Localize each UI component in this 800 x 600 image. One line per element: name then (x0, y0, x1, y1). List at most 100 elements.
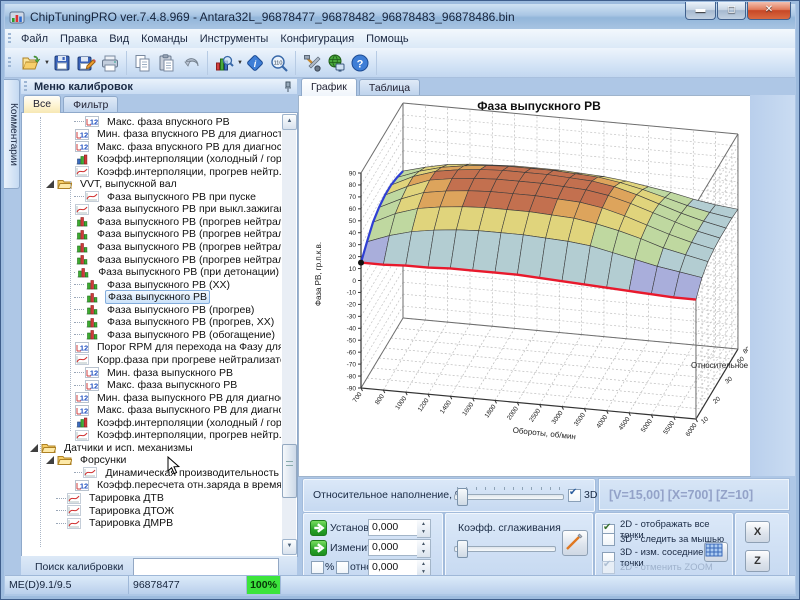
tree-item[interactable]: Фаза выпускного РВ (при детонации) (22, 266, 281, 279)
scroll-down-button[interactable]: ▼ (282, 539, 297, 555)
tree-item[interactable]: Коэфф.интерполяции (холодный / горячий ) (22, 416, 281, 429)
tree-item[interactable]: Фаза выпускного РВ (прогрев нейтрал., ХХ… (22, 253, 281, 266)
tree-scrollbar[interactable]: ▲ ▼ (282, 114, 296, 555)
calibration-tab-2[interactable]: Фильтр (63, 96, 118, 113)
tree-item[interactable]: VVT, выпускной вал (22, 178, 281, 191)
set-value-input[interactable]: 0,000 (368, 519, 420, 536)
tree-item[interactable]: Коэфф.интерполяции (холодный / горячий ) (22, 153, 281, 166)
copy-button[interactable] (131, 51, 155, 75)
x-axis-button[interactable]: X (745, 521, 770, 543)
expand-arrow[interactable] (30, 444, 38, 452)
menu-item-5[interactable]: Инструменты (194, 31, 275, 47)
calibration-tab-1[interactable]: Все (23, 95, 61, 113)
comments-vertical-tab[interactable]: Комментарии (4, 79, 20, 189)
tree-item[interactable]: Фаза выпускного РВ (прогрев нейтрал., хо… (22, 228, 281, 241)
tools-button[interactable] (300, 51, 324, 75)
surface-chart[interactable]: -90-80-70-60-50-40-30-20-100102030405060… (299, 96, 748, 474)
change-value-spinner[interactable]: ▲▼ (417, 539, 431, 558)
tree-item[interactable]: Тарировка ДТВ (22, 492, 281, 505)
set-value-spinner[interactable]: ▲▼ (417, 519, 431, 538)
tree-item[interactable]: Тарировка ДТОЖ (22, 504, 281, 517)
tree-item[interactable]: 12Макс. фаза впускного РВ (22, 115, 281, 128)
scroll-up-button[interactable]: ▲ (282, 114, 297, 130)
chart-search-button[interactable] (212, 51, 236, 75)
tree-item[interactable]: Фаза выпускного РВ (прогрев нейтрализато… (22, 215, 281, 228)
menu-item-6[interactable]: Конфигурация (274, 31, 360, 47)
panel-grip[interactable] (24, 81, 27, 93)
tree-item[interactable]: 12Коэфф.пересчета отн.заряда в время впр… (22, 479, 281, 492)
pin-icon[interactable] (283, 81, 293, 93)
info-diamond-button[interactable]: i (243, 51, 267, 75)
tree-item[interactable]: Фаза выпускного РВ при выкл.зажигания (22, 203, 281, 216)
expand-arrow[interactable] (46, 180, 54, 188)
tree-item[interactable]: Динамическая производительность (22, 466, 281, 479)
scrollbar-thumb[interactable] (282, 444, 297, 498)
tree-item-label: Фаза выпускного РВ (при детонации) (96, 266, 281, 278)
view-tab-1[interactable]: График (301, 78, 357, 96)
tree-item[interactable]: Фаза выпускного РВ (обогащение) (22, 328, 281, 341)
print-button[interactable] (98, 51, 122, 75)
tree-item[interactable]: 12Порог RPM для перехода на Фазу для реж… (22, 341, 281, 354)
fill-slider-thumb[interactable] (457, 488, 468, 506)
svg-text:-90: -90 (347, 385, 357, 392)
bars-icon (85, 304, 102, 315)
close-button[interactable]: ✕ (747, 2, 791, 20)
edit-curve-button[interactable] (562, 530, 588, 556)
menu-item-3[interactable]: Вид (103, 31, 135, 47)
open-file-button[interactable] (19, 51, 43, 75)
change-apply-button[interactable] (310, 540, 327, 556)
change-value-input[interactable]: 0,000 (368, 539, 420, 556)
menu-item-1[interactable]: Файл (15, 31, 54, 47)
tree-item-selected[interactable]: Фаза выпускного РВ (22, 291, 281, 304)
tree-item[interactable]: Форсунки (22, 454, 281, 467)
title-bar[interactable]: ChipTuningPRO ver.7.4.8.969 - Antara32L_… (5, 4, 795, 29)
save-button[interactable] (50, 51, 74, 75)
tree-item[interactable]: Датчики и исп. механизмы (22, 441, 281, 454)
tree-item[interactable]: 12Мин. фаза выпускного РВ для диагностик… (22, 391, 281, 404)
menu-item-7[interactable]: Помощь (360, 31, 415, 47)
view-tab-2[interactable]: Таблица (359, 79, 420, 96)
z-axis-button[interactable]: Z (745, 550, 770, 572)
tree-item[interactable]: 12Мин. фаза впускного РВ для диагностики (22, 128, 281, 141)
tree-item[interactable]: Коэфф.интерполяции, прогрев нейтр. (холо… (22, 165, 281, 178)
smoothing-slider-track[interactable] (454, 546, 556, 552)
tree-item[interactable]: 12Мин. фаза выпускного РВ (22, 366, 281, 379)
toolbar-grip[interactable] (8, 57, 11, 69)
help-button[interactable]: ? (348, 51, 372, 75)
tree-item[interactable]: 12Макс. фаза впускного РВ для диагностик… (22, 140, 281, 153)
tree-item[interactable]: 12Макс. фаза выпускного РВ для диагности… (22, 404, 281, 417)
option-checkbox[interactable] (602, 561, 615, 574)
option-checkbox[interactable] (602, 533, 615, 546)
tree-item[interactable]: Тарировка ДМРВ (22, 517, 281, 530)
svg-text:12: 12 (80, 394, 88, 403)
paste-button[interactable] (155, 51, 179, 75)
3d-checkbox[interactable] (568, 489, 581, 502)
set-apply-button[interactable] (310, 520, 327, 536)
minimize-button[interactable]: ▬ (685, 2, 716, 20)
smoothing-slider-thumb[interactable] (457, 540, 468, 558)
relative-checkbox[interactable] (336, 561, 349, 574)
zoom-percent-button[interactable]: 110 (267, 51, 291, 75)
tree-item[interactable]: Фаза выпускного РВ (ХХ) (22, 278, 281, 291)
relative-value-input[interactable]: 0,000 (368, 559, 420, 576)
3d-checkbox-label: 3D (584, 489, 597, 501)
menu-item-4[interactable]: Команды (135, 31, 194, 47)
menu-grip[interactable] (8, 33, 11, 45)
tree-item[interactable]: Фаза выпускного РВ (прогрев) (22, 303, 281, 316)
tree-item[interactable]: Фаза выпускного РВ (прогрев, ХХ) (22, 316, 281, 329)
tree-item[interactable]: 12Макс. фаза выпускного РВ (22, 379, 281, 392)
menu-item-2[interactable]: Правка (54, 31, 103, 47)
tree-item[interactable]: Фаза выпускного РВ (прогрев нейтрал., ХХ… (22, 241, 281, 254)
network-button[interactable] (324, 51, 348, 75)
expand-arrow[interactable] (46, 456, 54, 464)
search-input[interactable] (133, 558, 279, 576)
maximize-button[interactable]: ◻ (717, 2, 746, 20)
tree-item[interactable]: Корр.фаза при прогреве нейтрализатора (22, 353, 281, 366)
save-edit-button[interactable] (74, 51, 98, 75)
tree-item[interactable]: Фаза выпускного РВ при пуске (22, 190, 281, 203)
fill-slider-track[interactable] (454, 494, 564, 500)
undo-button[interactable] (179, 51, 203, 75)
tree-item[interactable]: Коэфф.интерполяции, прогрев нейтр. (холо… (22, 429, 281, 442)
percent-checkbox[interactable] (311, 561, 324, 574)
chart-area[interactable]: -90-80-70-60-50-40-30-20-100102030405060… (298, 95, 751, 477)
